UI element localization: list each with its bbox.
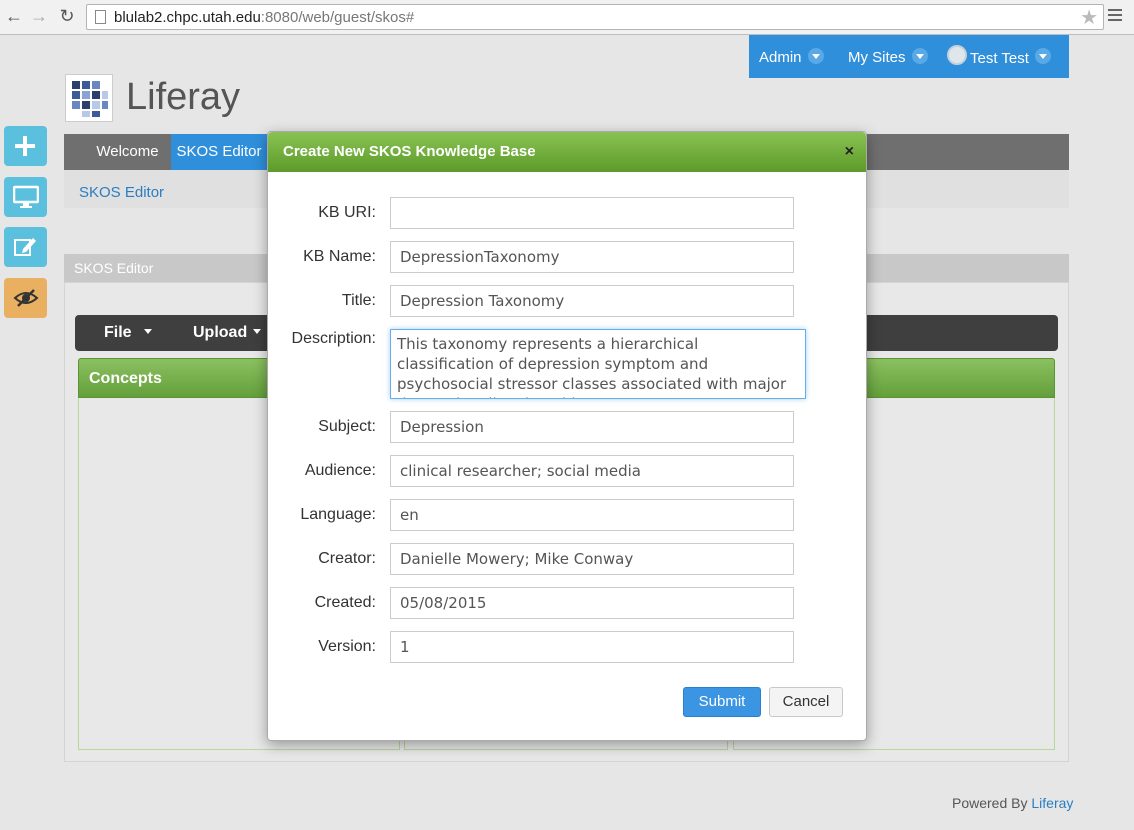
chevron-down-icon — [807, 48, 824, 64]
created-date-input[interactable]: 05/08/2015 — [390, 587, 794, 619]
nav-item-skos-editor[interactable]: SKOS Editor — [171, 134, 267, 170]
subject-label: Subject: — [318, 418, 376, 435]
back-icon[interactable]: ← — [4, 6, 24, 26]
upload-menu[interactable]: Upload — [193, 324, 262, 342]
created-label: Created: — [314, 594, 376, 611]
liferay-link[interactable]: Liferay — [1031, 795, 1073, 811]
bookmark-star-icon[interactable]: ★ — [1080, 5, 1098, 30]
avatar — [947, 45, 967, 65]
forward-icon[interactable]: → — [29, 6, 49, 26]
chevron-down-icon — [1034, 48, 1051, 64]
reload-icon[interactable]: ↻ — [57, 6, 77, 26]
dock-bar: Admin My Sites Test Test — [749, 35, 1069, 78]
kb-name-label: KB Name: — [303, 248, 376, 265]
preview-button[interactable] — [4, 177, 47, 217]
audience-label: Audience: — [304, 462, 376, 479]
site-logo[interactable] — [65, 74, 113, 122]
kb-uri-input[interactable] — [390, 197, 794, 229]
version-label: Version: — [318, 638, 376, 655]
caret-down-icon — [143, 329, 152, 334]
kb-name-input[interactable]: DepressionTaxonomy — [390, 241, 794, 273]
nav-item-welcome[interactable]: Welcome — [84, 134, 171, 170]
breadcrumb[interactable]: SKOS Editor — [79, 184, 164, 201]
kb-uri-label: KB URI: — [318, 204, 376, 221]
creator-input[interactable]: Danielle Mowery; Mike Conway — [390, 543, 794, 575]
dialog-header: Create New SKOS Knowledge Base × — [268, 132, 866, 172]
address-bar[interactable]: blulab2.chpc.utah.edu:8080/web/guest/sko… — [86, 4, 1104, 30]
file-menu[interactable]: File — [104, 324, 152, 342]
monitor-icon — [13, 185, 39, 208]
description-label: Description: — [291, 330, 376, 347]
language-label: Language: — [300, 506, 376, 523]
creator-label: Creator: — [318, 550, 376, 567]
caret-down-icon — [253, 329, 262, 334]
my-sites-menu[interactable]: My Sites — [848, 48, 928, 66]
add-button[interactable] — [4, 126, 47, 166]
plus-icon — [15, 136, 35, 156]
description-textarea[interactable]: This taxonomy represents a hierarchical … — [390, 329, 806, 399]
powered-by: Powered By Liferay — [952, 795, 1074, 811]
create-kb-dialog: Create New SKOS Knowledge Base × KB URI:… — [267, 131, 867, 741]
dialog-title: Create New SKOS Knowledge Base — [283, 143, 536, 160]
eye-slash-icon — [13, 289, 39, 307]
title-input[interactable]: Depression Taxonomy — [390, 285, 794, 317]
language-input[interactable]: en — [390, 499, 794, 531]
url-text: blulab2.chpc.utah.edu:8080/web/guest/sko… — [114, 9, 415, 26]
user-menu[interactable]: Test Test — [947, 45, 1051, 67]
version-input[interactable]: 1 — [390, 631, 794, 663]
admin-menu[interactable]: Admin — [759, 48, 824, 66]
subject-input[interactable]: Depression — [390, 411, 794, 443]
page-icon — [95, 10, 106, 24]
close-icon[interactable]: × — [845, 132, 854, 172]
browser-toolbar: ← → ↻ blulab2.chpc.utah.edu:8080/web/gue… — [0, 0, 1134, 35]
toggle-controls-button[interactable] — [4, 278, 47, 318]
chevron-down-icon — [911, 48, 928, 64]
cancel-button[interactable]: Cancel — [769, 687, 843, 717]
site-name: Liferay — [126, 76, 241, 118]
edit-icon — [14, 238, 36, 256]
browser-menu-icon[interactable] — [1108, 9, 1122, 24]
audience-input[interactable]: clinical researcher; social media — [390, 455, 794, 487]
submit-button[interactable]: Submit — [683, 687, 761, 717]
title-label: Title: — [341, 292, 376, 309]
edit-button[interactable] — [4, 227, 47, 267]
